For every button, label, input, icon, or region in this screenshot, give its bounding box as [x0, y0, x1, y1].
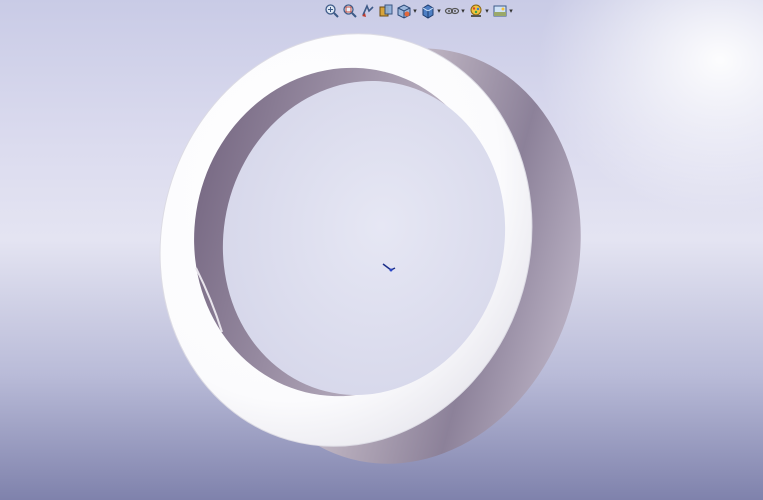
reference-triad-icon	[382, 263, 396, 272]
ring-model[interactable]	[0, 0, 763, 500]
graphics-area[interactable]: ▾ ▾ ▾ ▾ ▾	[0, 0, 763, 500]
